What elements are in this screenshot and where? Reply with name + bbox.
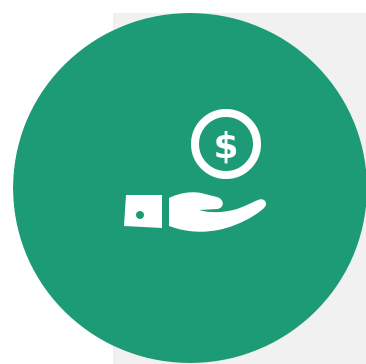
cuff-shape (124, 195, 162, 228)
cuff-button (136, 211, 144, 219)
page: $ (0, 0, 366, 364)
dollar-sign: $ (213, 126, 238, 167)
green-circle-badge: $ (13, 13, 366, 363)
cuff-icon (124, 195, 162, 228)
badge-circle (13, 13, 366, 363)
hand-holding-dollar-icon: $ (13, 13, 366, 363)
